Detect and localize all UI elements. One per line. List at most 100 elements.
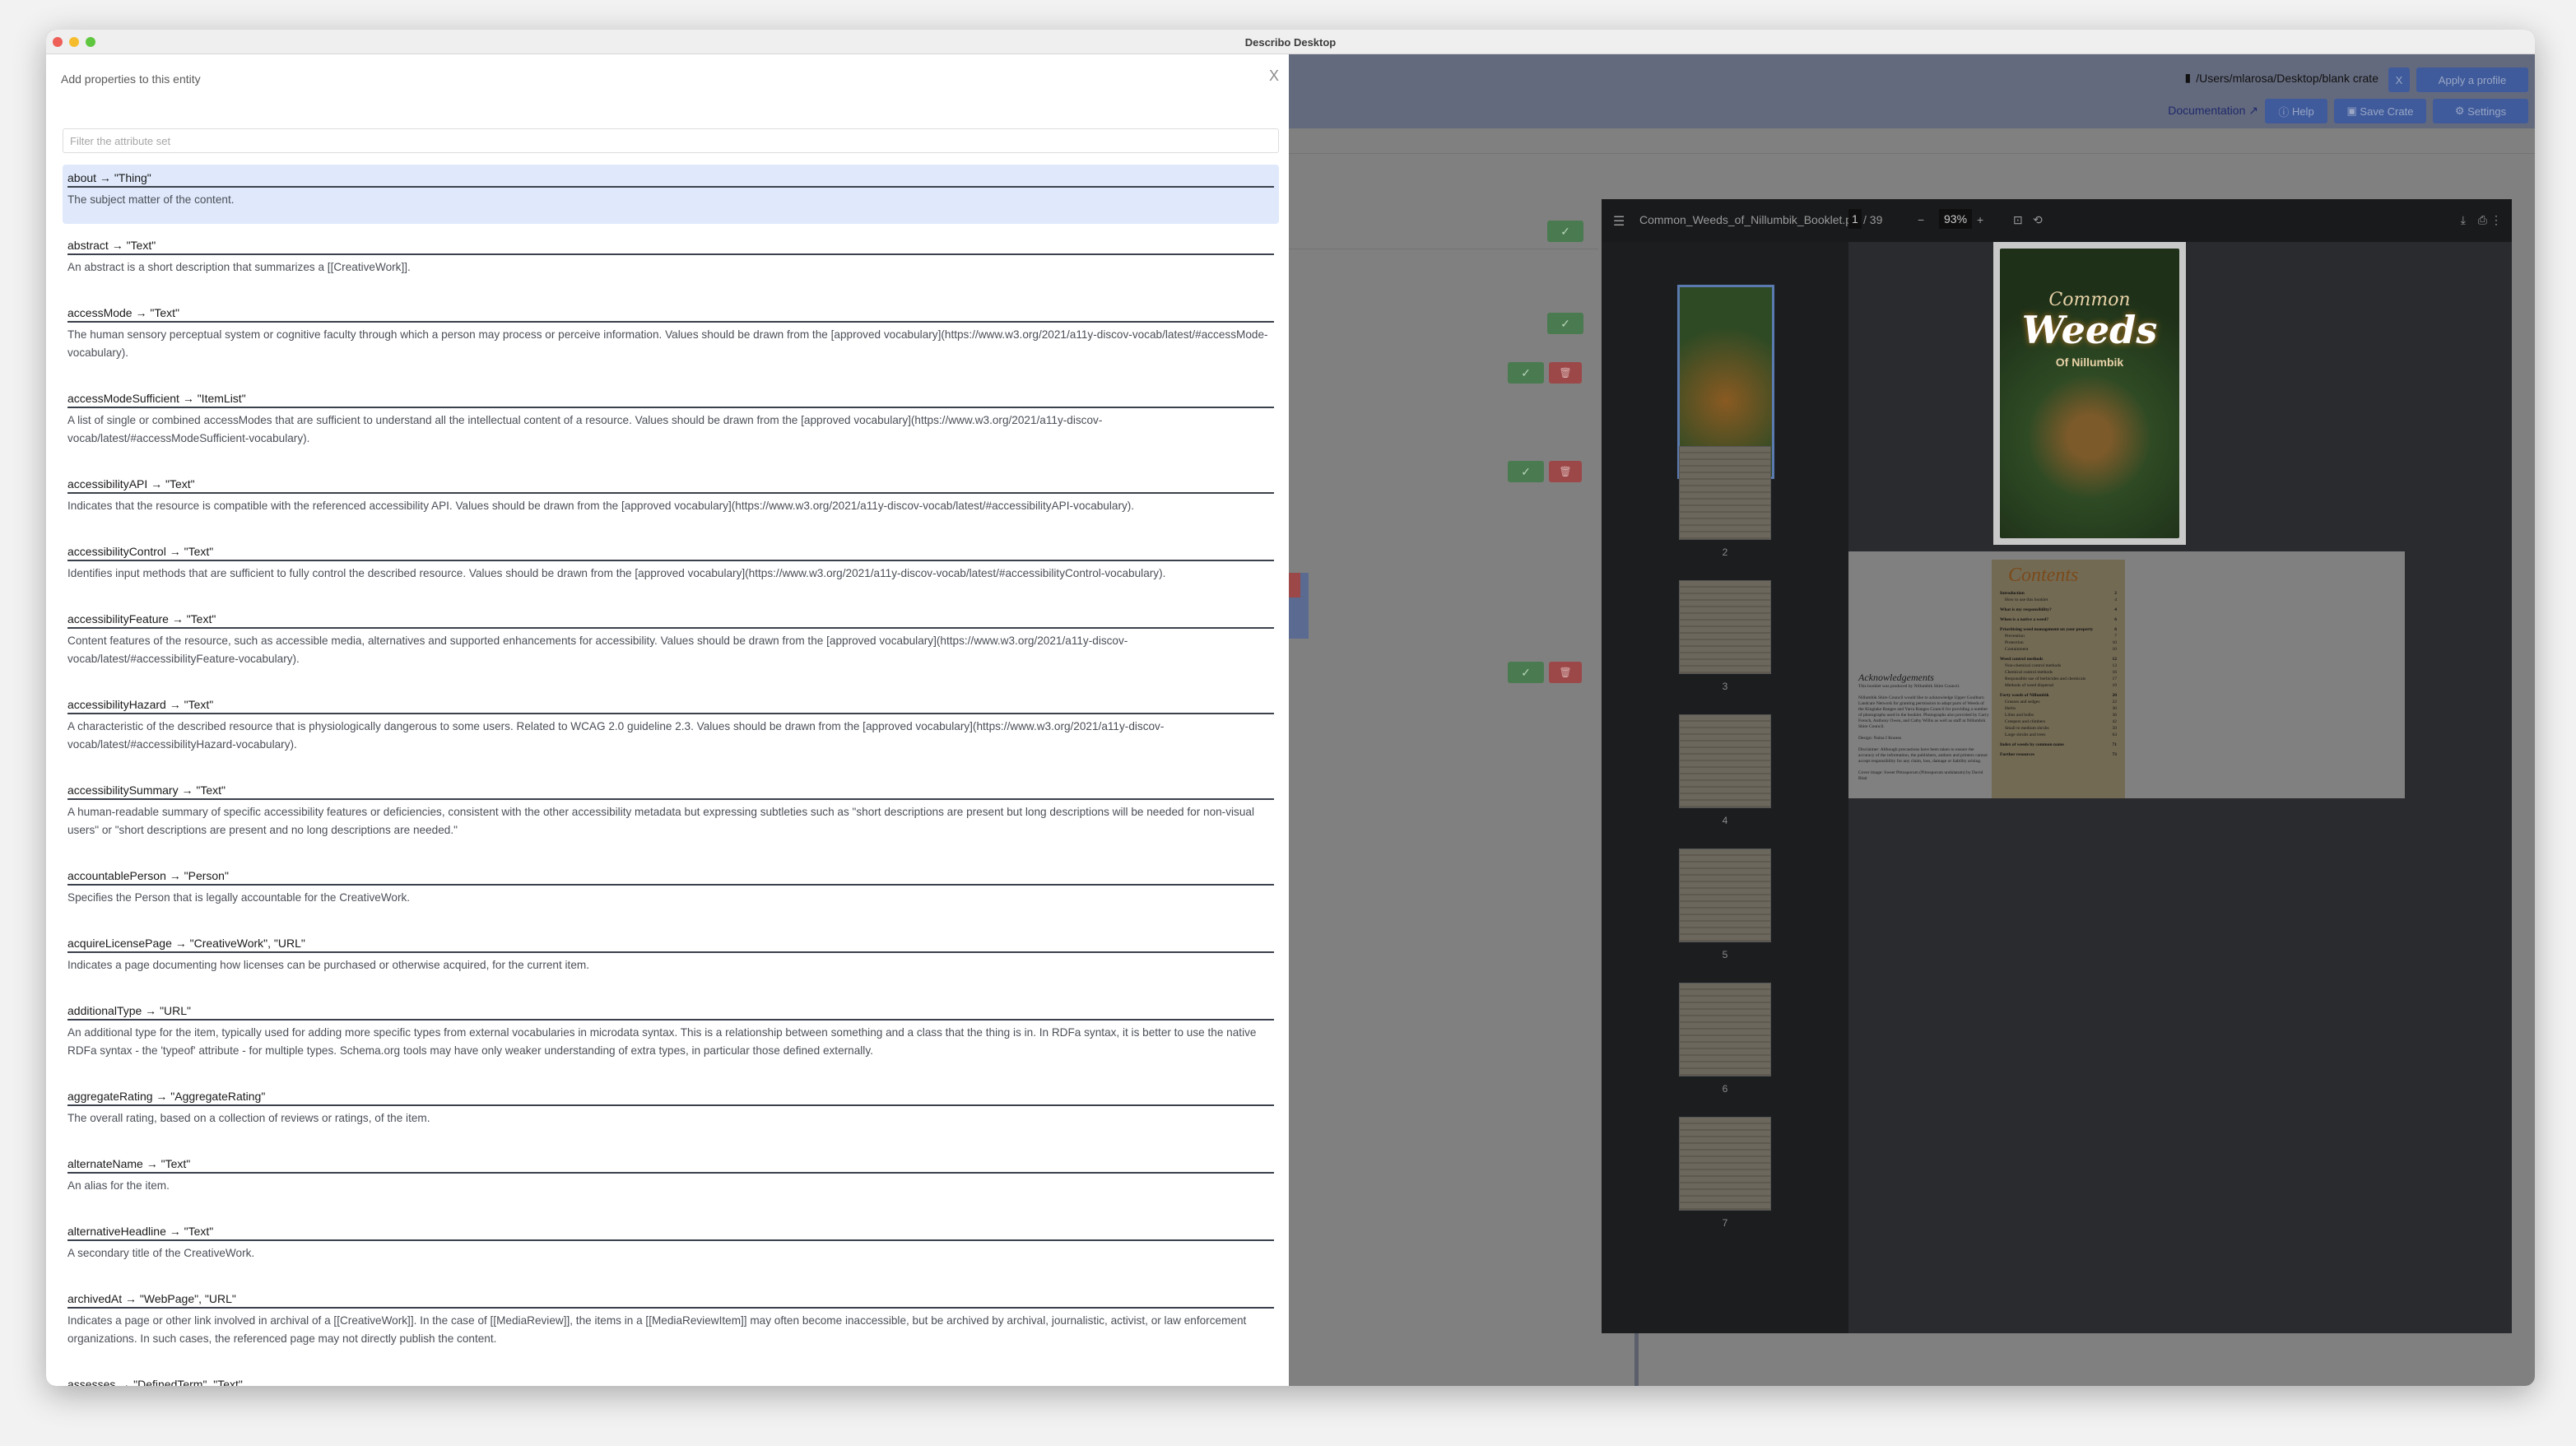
close-crate-button[interactable]: X xyxy=(2388,67,2410,92)
confirm-button[interactable]: ✓ xyxy=(1547,221,1583,242)
confirm-button[interactable]: ✓ xyxy=(1547,313,1583,334)
property-item[interactable]: abstract → "Text" An abstract is a short … xyxy=(63,232,1279,300)
page-number-input[interactable]: 1 xyxy=(1848,209,1862,229)
property-description: Indicates a page documenting how license… xyxy=(67,959,589,971)
property-item[interactable]: assesses → "DefinedTerm", "Text"The item… xyxy=(63,1371,1279,1386)
thumbnail-page-number: 5 xyxy=(1722,949,1728,960)
contents-entry-page: 17 xyxy=(2112,677,2118,681)
property-description: An abstract is a short description that … xyxy=(67,261,411,273)
contents-entry-title: Chemical control methods xyxy=(2005,670,2053,675)
documentation-link[interactable]: Documentation ↗ xyxy=(2168,104,2258,118)
contents-entry: Containment 10 xyxy=(2000,646,2117,653)
settings-button[interactable]: ⚙ Settings xyxy=(2433,99,2528,123)
save-icon: ▣ xyxy=(2346,105,2360,117)
help-button[interactable]: ⓘ Help xyxy=(2265,99,2327,123)
more-options-icon[interactable]: ⋮ xyxy=(2490,213,2502,227)
property-item[interactable]: about → "Thing" The subject matter of the… xyxy=(63,165,1279,224)
contents-entry: Chemical control methods 16 xyxy=(2000,669,2117,676)
contents-entry-title: Small to medium shrubs xyxy=(2005,726,2049,731)
contents-entry: Forty weeds of Nillumbik 20 xyxy=(2000,692,2117,699)
property-item[interactable]: acquireLicensePage → "CreativeWork", "UR… xyxy=(63,930,1279,997)
title-bar: Describo Desktop xyxy=(46,30,2535,54)
property-item[interactable]: alternativeHeadline → "Text" A secondary … xyxy=(63,1218,1279,1286)
contents-entry: Non-chemical control methods 13 xyxy=(2000,663,2117,669)
delete-button[interactable]: 🗑 xyxy=(1549,362,1582,384)
property-title: archivedAt → "WebPage", "URL" xyxy=(67,1290,1274,1309)
property-item[interactable]: accessibilityAPI → "Text" Indicates that … xyxy=(63,471,1279,538)
property-item[interactable]: archivedAt → "WebPage", "URL" Indicates a… xyxy=(63,1286,1279,1371)
contents-entry-title: How to use this booklet xyxy=(2005,597,2048,602)
thumbnail-page-number: 6 xyxy=(1722,1083,1728,1095)
confirm-button[interactable]: ✓ xyxy=(1508,461,1544,482)
contents-entry-title: Creepers and climbers xyxy=(2005,719,2046,724)
property-item[interactable]: accountablePerson → "Person" Specifies th… xyxy=(63,862,1279,930)
contents-entry: Grasses and sedges 22 xyxy=(2000,699,2117,705)
zoom-in-button[interactable]: + xyxy=(1977,213,1983,226)
menu-icon[interactable]: ☰ xyxy=(1613,213,1625,230)
rotate-icon[interactable]: ⟲ xyxy=(2033,213,2043,227)
confirm-button[interactable]: ✓ xyxy=(1508,662,1544,683)
fit-page-icon[interactable]: ⊡ xyxy=(2013,213,2023,227)
zoom-level[interactable]: 93% xyxy=(1939,209,1973,229)
settings-label: Settings xyxy=(2467,105,2507,118)
save-crate-button[interactable]: ▣ Save Crate xyxy=(2334,99,2426,123)
property-title: acquireLicensePage → "CreativeWork", "UR… xyxy=(67,935,1274,953)
contents-entry-title: Weed control methods xyxy=(2000,657,2044,662)
delete-button[interactable]: 🗑 xyxy=(1549,461,1582,482)
gear-icon: ⚙ xyxy=(2454,105,2468,117)
contents-entry: How to use this booklet 4 xyxy=(2000,597,2117,603)
contents-entry-page: 10 xyxy=(2112,647,2118,652)
property-item[interactable]: accessibilityHazard → "Text" A characteri… xyxy=(63,691,1279,777)
page-thumbnail[interactable] xyxy=(1679,849,1771,942)
contents-entry: Creepers and climbers 42 xyxy=(2000,718,2117,725)
contents-entry-title: What is my responsibility? xyxy=(2000,607,2052,612)
page-thumbnail[interactable] xyxy=(1679,1117,1771,1211)
print-icon[interactable]: ⎙ xyxy=(2478,213,2487,227)
confirm-button[interactable]: ✓ xyxy=(1508,362,1544,384)
contents-entry-page: 22 xyxy=(2112,700,2118,704)
contents-entry-title: Prevention xyxy=(2005,634,2025,639)
property-title: about → "Thing" xyxy=(67,170,1274,188)
page-thumbnail[interactable] xyxy=(1679,983,1771,1076)
property-item[interactable]: accessibilityFeature → "Text" Content fea… xyxy=(63,606,1279,691)
contents-entry-page: 16 xyxy=(2112,670,2118,675)
property-description: A human-readable summary of specific acc… xyxy=(67,806,1254,836)
ack-text: This booklet was produced by Nillumbik S… xyxy=(1858,684,1960,689)
filter-attribute-input[interactable] xyxy=(63,128,1279,153)
page-thumbnail[interactable] xyxy=(1679,580,1771,674)
window-title: Describo Desktop xyxy=(1244,36,1337,49)
apply-profile-button[interactable]: Apply a profile xyxy=(2416,67,2528,92)
download-icon[interactable]: ⤓ xyxy=(2461,213,2466,227)
property-item[interactable]: aggregateRating → "AggregateRating" The o… xyxy=(63,1083,1279,1151)
property-description: A secondary title of the CreativeWork. xyxy=(67,1247,255,1259)
zoom-out-button[interactable]: − xyxy=(1918,213,1924,226)
contents-entry: Further resources 73 xyxy=(2000,751,2117,758)
property-item[interactable]: accessModeSufficient → "ItemList" A list … xyxy=(63,385,1279,471)
contents-entry-title: When is a native a weed? xyxy=(2000,617,2049,622)
crate-path: ▮ /Users/mlarosa/Desktop/blank crate xyxy=(2185,71,2378,85)
external-link-icon: ↗ xyxy=(2248,104,2258,117)
contents-entry-page: 12 xyxy=(2112,657,2118,662)
thumbnail-page-number: 2 xyxy=(1722,546,1728,558)
contents-entry: What is my responsibility? 4 xyxy=(2000,607,2117,613)
contents-entry: When is a native a weed? 6 xyxy=(2000,616,2117,623)
contents-entry-page: 50 xyxy=(2112,726,2118,731)
ack-text: Nillumbik Shire Council would like to ac… xyxy=(1858,695,1989,729)
property-item[interactable]: accessibilityControl → "Text" Identifies … xyxy=(63,538,1279,606)
ack-heading: Acknowledgements xyxy=(1858,672,1934,683)
contents-entry-page: 13 xyxy=(2112,663,2118,668)
contents-entry: Large shrubs and trees 64 xyxy=(2000,732,2117,738)
delete-button[interactable]: 🗑 xyxy=(1549,662,1582,683)
close-modal-button[interactable]: X xyxy=(1269,67,1279,85)
property-item[interactable]: alternateName → "Text" An alias for the i… xyxy=(63,1151,1279,1218)
property-item[interactable]: additionalType → "URL" An additional type… xyxy=(63,997,1279,1083)
contents-entry-page: 4 xyxy=(2114,597,2117,602)
property-title: alternativeHeadline → "Text" xyxy=(67,1223,1274,1241)
page-thumbnail[interactable] xyxy=(1679,446,1771,540)
contents-entry-page: 30 xyxy=(2112,706,2118,711)
property-item[interactable]: accessibilitySummary → "Text" A human-rea… xyxy=(63,777,1279,862)
property-item[interactable]: accessMode → "Text" The human sensory per… xyxy=(63,300,1279,385)
contents-entry-title: Herbs xyxy=(2005,706,2016,711)
property-title: additionalType → "URL" xyxy=(67,1002,1274,1021)
page-thumbnail[interactable] xyxy=(1679,714,1771,808)
